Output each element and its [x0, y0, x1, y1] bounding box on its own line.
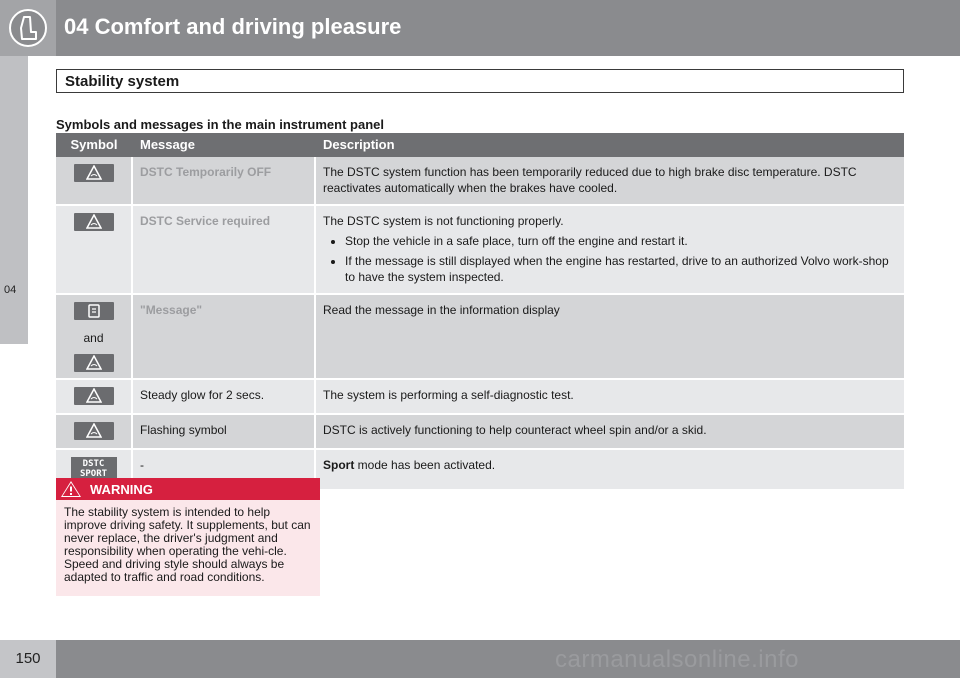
dstc-skid-icon	[73, 387, 114, 405]
seat-icon-box	[0, 0, 56, 56]
table-heading: Symbols and messages in the main instrum…	[56, 117, 384, 132]
message-cell: Flashing symbol	[132, 414, 316, 450]
seat-icon	[9, 9, 47, 47]
dstc-skid-icon	[73, 213, 114, 231]
symbol-cell	[56, 379, 133, 415]
sport-bold: Sport	[323, 458, 355, 472]
description-cell: Sport mode has been activated.	[315, 449, 904, 491]
section-title: Stability system	[65, 73, 180, 90]
description-cell: DSTC is actively functioning to help cou…	[315, 414, 904, 450]
description-text: The DSTC system is not functioning prope…	[323, 214, 564, 228]
chapter-title: 04 Comfort and driving pleasure	[64, 14, 402, 39]
column-header-description: Description	[315, 133, 904, 157]
bullet-item: If the message is still displayed when t…	[345, 253, 897, 285]
dstc-skid-icon	[73, 164, 114, 182]
description-text: mode has been activated.	[354, 458, 496, 472]
message-cell: DSTC Temporarily OFF	[132, 157, 316, 206]
warning-header: WARNING	[56, 478, 320, 500]
page-footer: 150	[0, 640, 960, 678]
dstc-skid-icon	[73, 422, 114, 440]
info-message-icon	[73, 302, 114, 320]
description-cell: The system is performing a self-diagnost…	[315, 379, 904, 415]
description-cell: Read the message in the information disp…	[315, 294, 904, 380]
sport-icon-line-1: DSTC	[82, 459, 105, 469]
bullet-item: Stop the vehicle in a safe place, turn o…	[345, 233, 897, 249]
symbol-cell	[56, 414, 133, 450]
table-row: Flashing symbol DSTC is actively functio…	[56, 414, 904, 450]
table-row: DSTC Temporarily OFF The DSTC system fun…	[56, 157, 904, 206]
table-row: DSTC Service required The DSTC system is…	[56, 205, 904, 295]
warning-triangle-icon	[61, 481, 81, 497]
symbol-cell	[56, 157, 133, 206]
bullet-list: Stop the vehicle in a safe place, turn o…	[323, 233, 897, 285]
column-header-message: Message	[132, 133, 315, 157]
table-row: and "Message" Read the message in the in…	[56, 294, 904, 380]
message-text: "Message"	[140, 303, 203, 317]
warning-title: WARNING	[90, 482, 153, 497]
chapter-header: 04 Comfort and driving pleasure	[0, 0, 960, 56]
message-cell: DSTC Service required	[132, 205, 316, 295]
symbols-table: Symbol Message Description DSTC Temporar…	[56, 133, 904, 491]
message-cell: "Message"	[132, 294, 316, 380]
dstc-skid-icon	[73, 354, 114, 372]
and-label: and	[83, 331, 104, 345]
column-header-symbol: Symbol	[56, 133, 132, 157]
warning-box: WARNING The stability system is intended…	[56, 478, 320, 596]
symbol-cell	[56, 205, 133, 295]
description-cell: The DSTC system is not functioning prope…	[315, 205, 904, 295]
description-cell: The DSTC system function has been tempor…	[315, 157, 904, 206]
warning-text: The stability system is intended to help…	[64, 505, 311, 584]
page-number: 150	[0, 640, 56, 678]
message-text: DSTC Temporarily OFF	[140, 165, 272, 179]
message-cell: Steady glow for 2 secs.	[132, 379, 316, 415]
chapter-side-tab: 04	[0, 56, 28, 344]
side-tab-label: 04	[4, 284, 17, 296]
watermark: carmanualsonline.info	[555, 646, 799, 673]
table-header-row: Symbol Message Description	[56, 133, 904, 157]
section-title-box: Stability system	[56, 69, 904, 93]
symbol-cell: and	[56, 294, 133, 380]
message-text: DSTC Service required	[140, 214, 271, 228]
table-row: Steady glow for 2 secs. The system is pe…	[56, 379, 904, 415]
